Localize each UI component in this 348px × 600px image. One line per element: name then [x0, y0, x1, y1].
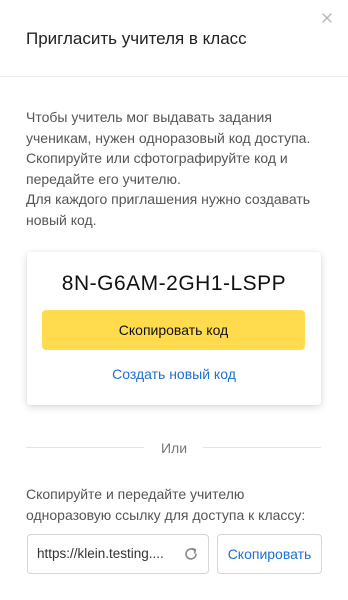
- description-line: Чтобы учитель мог выдавать задания: [26, 109, 272, 125]
- description-line: Для каждого приглашения нужно создавать: [26, 191, 311, 207]
- description-line: Скопируйте или сфотографируйте код и: [26, 150, 288, 166]
- create-new-code-link[interactable]: Создать новый код: [27, 366, 321, 382]
- invite-link-value: https://klein.testing....: [37, 546, 164, 561]
- access-code: 8N-G6AM-2GH1-LSPP: [61, 272, 287, 295]
- access-code-card: 8N-G6AM-2GH1-LSPP Скопировать код Создат…: [27, 252, 321, 405]
- description-line: передайте его учителю.: [26, 170, 181, 187]
- invite-link-field[interactable]: https://klein.testing....: [27, 534, 209, 574]
- description-line: новый код.: [26, 211, 97, 228]
- link-description-line: одноразовую ссылку для доступа к классу:: [26, 506, 306, 523]
- description-line: ученикам, нужен одноразовый код доступа.: [26, 129, 311, 146]
- invite-description: Чтобы учитель мог выдавать задания учени…: [26, 107, 326, 230]
- refresh-icon[interactable]: [183, 546, 199, 562]
- dialog-header: Пригласить учителя в класс: [0, 0, 348, 77]
- or-label: Или: [160, 440, 188, 456]
- copy-code-button[interactable]: Скопировать код: [42, 310, 305, 350]
- copy-link-button[interactable]: Скопировать: [217, 534, 322, 574]
- dialog-title: Пригласить учителя в класс: [26, 29, 247, 48]
- link-description: Скопируйте и передайте учителю одноразов…: [26, 484, 326, 525]
- close-icon[interactable]: [320, 11, 334, 25]
- link-description-line: Скопируйте и передайте учителю: [26, 486, 245, 502]
